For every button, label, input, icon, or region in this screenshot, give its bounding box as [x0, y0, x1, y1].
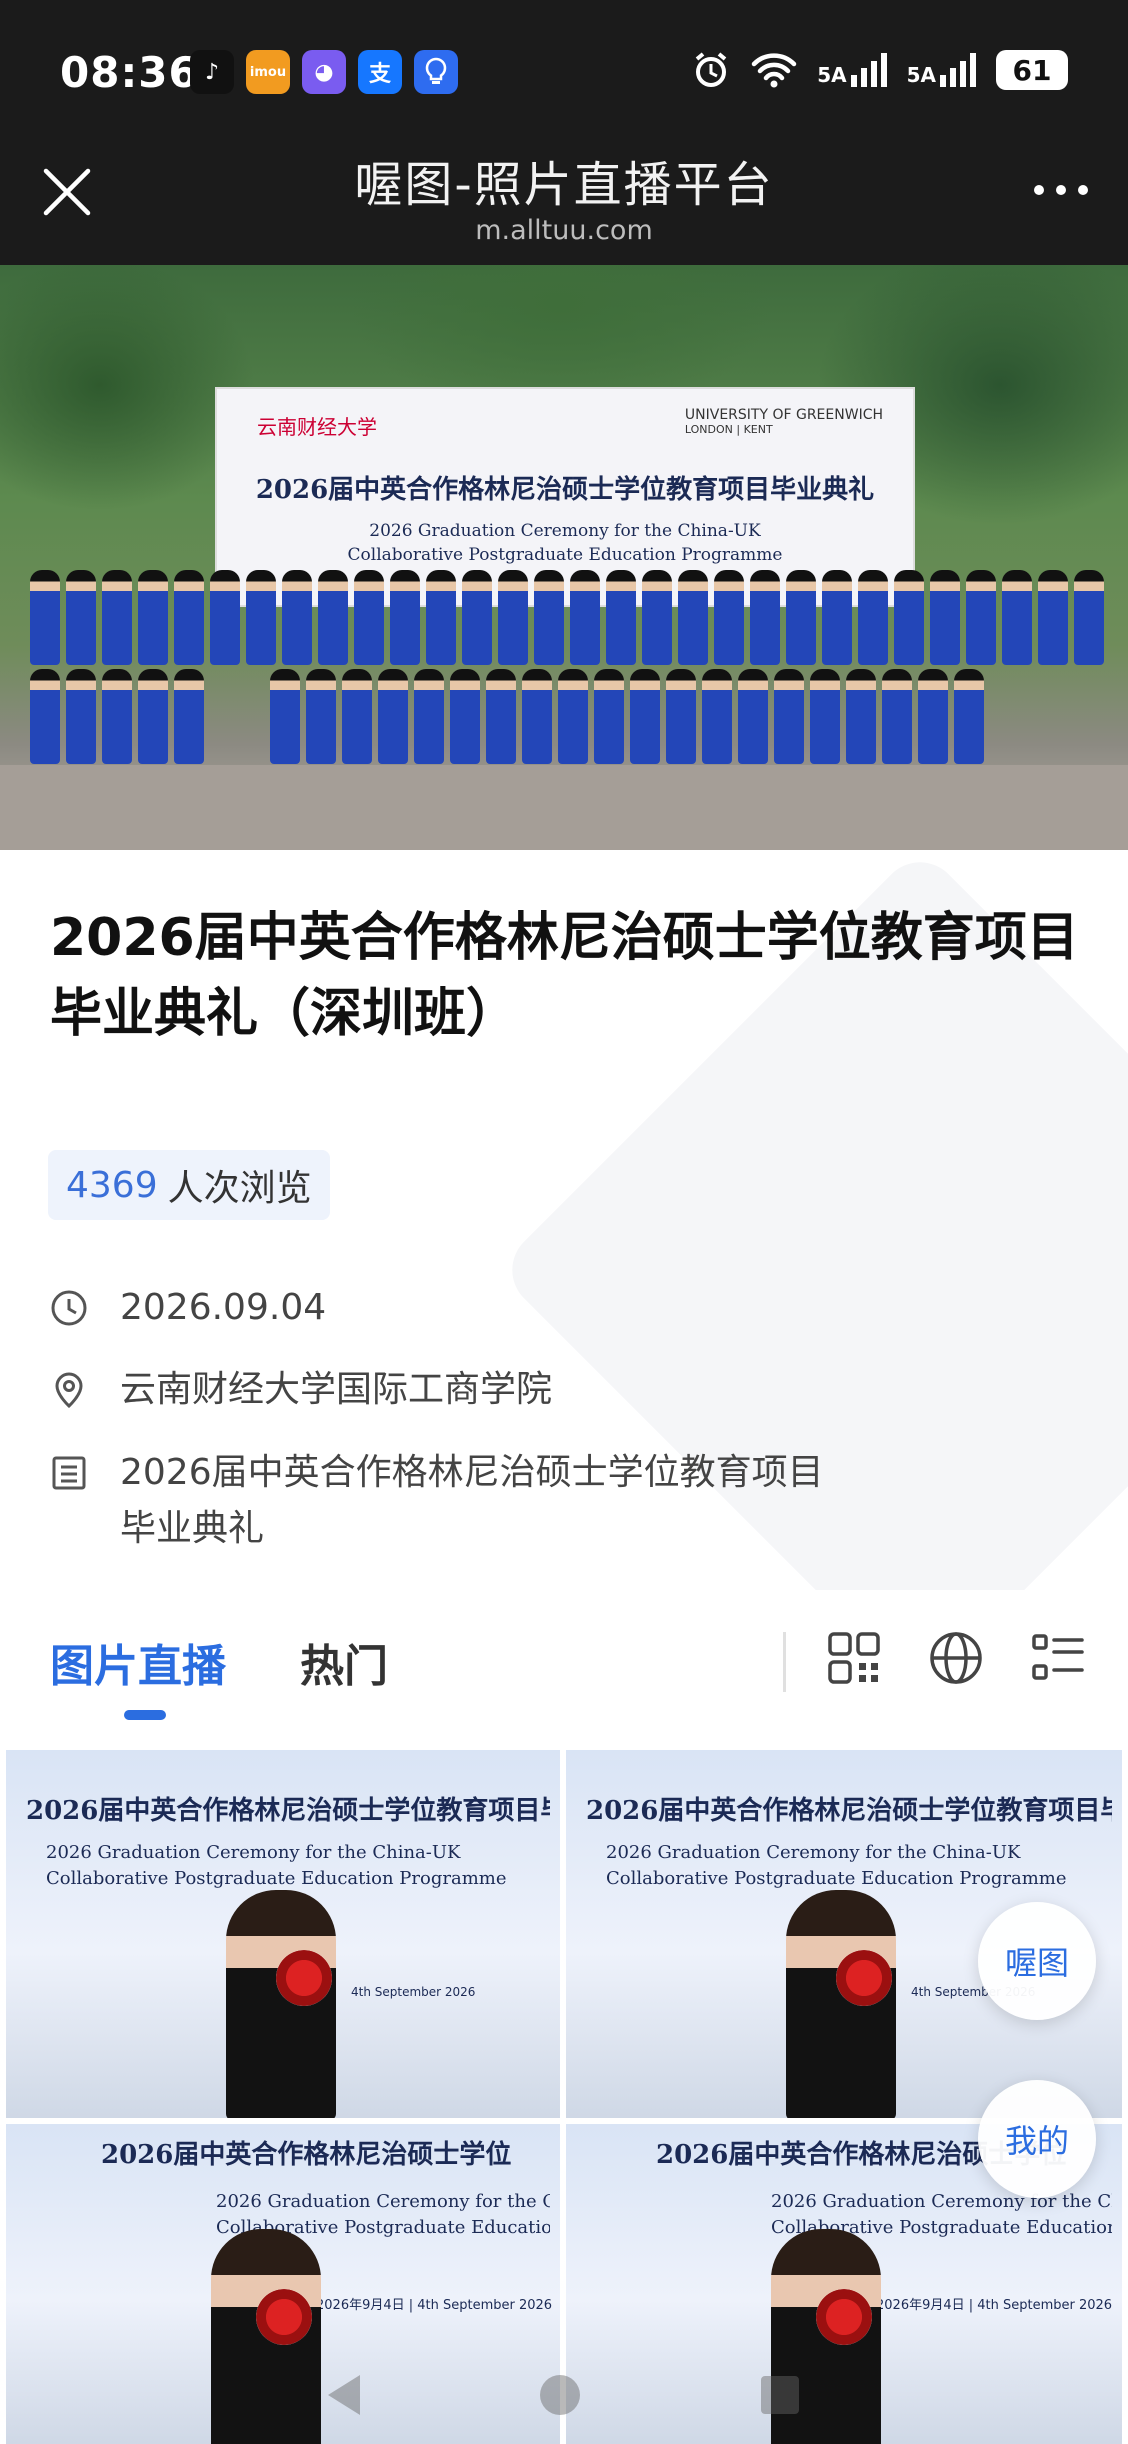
- tab-divider: [783, 1632, 786, 1692]
- my-float-button[interactable]: 我的: [978, 2080, 1096, 2198]
- hero-banner-photo[interactable]: 云南财经大学 UNIVERSITY OF GREENWICH LONDON | …: [0, 265, 1128, 850]
- list-view-icon[interactable]: [1030, 1630, 1086, 1686]
- views-count: 4369: [66, 1164, 158, 1206]
- qr-code-icon[interactable]: [826, 1630, 882, 1686]
- document-icon: [52, 1456, 86, 1490]
- photo-thumbnail[interactable]: 2026届中英合作格林尼治硕士学位教育项目毕业典礼 2026 Graduatio…: [6, 1750, 560, 2118]
- home-nav-icon[interactable]: [535, 2370, 585, 2420]
- backdrop-title: 2026届中英合作格林尼治硕士学位教育项目毕业典礼: [255, 475, 875, 505]
- event-location: 云南财经大学国际工商学院: [120, 1369, 553, 1410]
- views-badge: 4369 人次浏览: [48, 1150, 330, 1220]
- views-label: 人次浏览: [167, 1168, 312, 1209]
- imou-icon: imou: [246, 50, 290, 94]
- graduates-group: [30, 570, 1120, 780]
- status-time: 08:36: [60, 48, 199, 97]
- alipay-icon: 支: [358, 50, 402, 94]
- more-options-icon[interactable]: [1034, 185, 1088, 195]
- page-url: m.alltuu.com: [475, 215, 653, 246]
- page-title: 喔图-照片直播平台: [354, 157, 774, 213]
- status-right: 5A 5A 61: [691, 50, 1068, 90]
- clock-icon: [51, 1290, 87, 1326]
- active-tab-indicator: [124, 1710, 166, 1720]
- tab-hot[interactable]: 热门: [300, 1630, 388, 1694]
- event-title: 2026届中英合作格林尼治硕士学位教育项目 毕业典礼（深圳班）: [50, 908, 1079, 1044]
- event-info: 2026届中英合作格林尼治硕士学位教育项目 毕业典礼（深圳班） 4369 人次浏…: [0, 850, 1128, 1590]
- signal-bars-icon: [940, 53, 976, 87]
- battery-indicator: 61: [996, 50, 1068, 90]
- event-location-row[interactable]: 云南财经大学国际工商学院: [50, 1362, 552, 1418]
- event-date: 2026.09.04: [120, 1287, 327, 1328]
- backdrop-subtitle: 2026 Graduation Ceremony for the China-U…: [347, 521, 783, 565]
- signal-2: 5A: [907, 53, 976, 87]
- tab-photo-live[interactable]: 图片直播: [50, 1630, 226, 1694]
- event-date-row: 2026.09.04: [50, 1280, 326, 1336]
- university-logo-right: UNIVERSITY OF GREENWICH LONDON | KENT: [684, 407, 883, 436]
- wifi-icon: [751, 53, 797, 88]
- tiktok-icon: ♪: [190, 50, 234, 94]
- photo-grid: 2026届中英合作格林尼治硕士学位教育项目毕业典礼 2026 Graduatio…: [0, 1750, 1128, 2444]
- bulb-icon: [414, 50, 458, 94]
- brand-float-button[interactable]: 喔图: [978, 1902, 1096, 2020]
- university-logo-left: 云南财经大学: [257, 415, 377, 439]
- alarm-icon: [695, 52, 727, 87]
- recents-nav-icon[interactable]: [755, 2370, 805, 2420]
- back-nav-icon[interactable]: [320, 2370, 370, 2420]
- photo-thumbnail[interactable]: 2026届中英合作格林尼治硕士学位 2026 Graduation Ceremo…: [6, 2124, 560, 2444]
- signal-bars-icon: [850, 53, 887, 87]
- signal-1: 5A: [817, 53, 887, 87]
- tab-bar: 图片直播 热门: [0, 1590, 1128, 1740]
- globe-icon[interactable]: [928, 1630, 984, 1686]
- location-pin-icon: [55, 1372, 83, 1409]
- top-bar: 08:36 ♪ imou ◕ 支 5A 5A 61 喔图-照片直播平台 m.al…: [0, 0, 1128, 265]
- chat-app-icon: ◕: [302, 50, 346, 94]
- status-app-icons: ♪ imou ◕ 支: [190, 50, 458, 94]
- event-description-row: 2026届中英合作格林尼治硕士学位教育项目 毕业典礼: [50, 1445, 824, 1557]
- event-description: 2026届中英合作格林尼治硕士学位教育项目 毕业典礼: [120, 1452, 824, 1549]
